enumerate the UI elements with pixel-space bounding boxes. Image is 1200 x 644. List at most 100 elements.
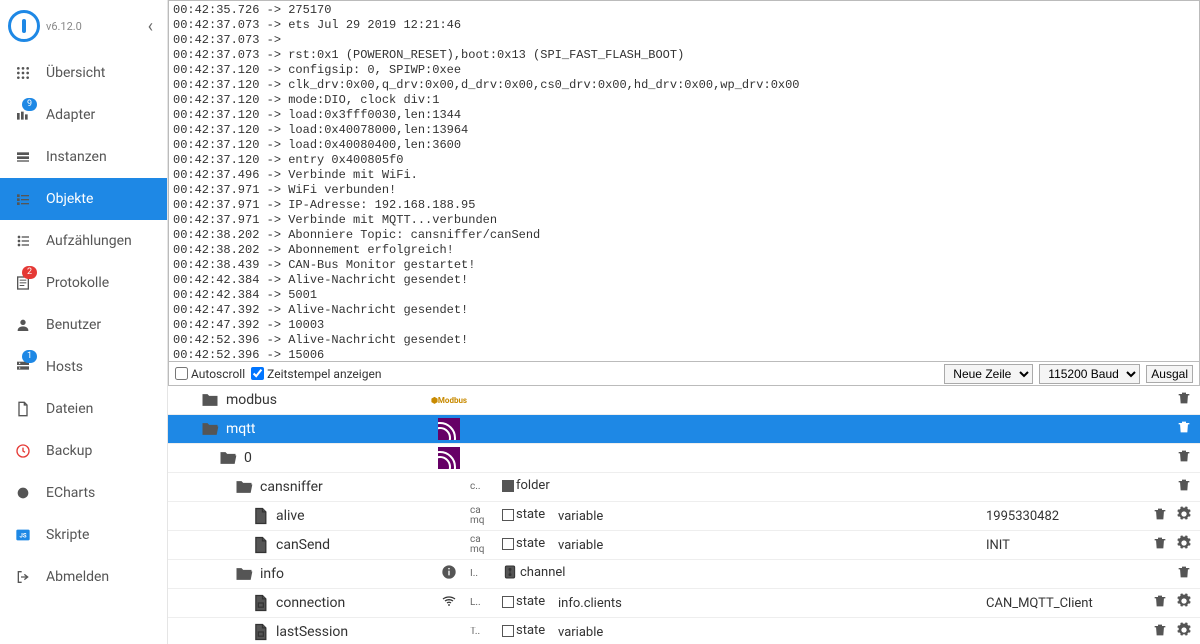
line-ending-select[interactable]: Neue Zeile — [944, 364, 1033, 384]
gear-button[interactable] — [1176, 622, 1192, 642]
autoscroll-checkbox[interactable]: Autoscroll — [175, 367, 245, 381]
tree-node-name: 0 — [244, 450, 252, 466]
tree-node-name: info — [260, 566, 284, 582]
tree-row[interactable]: canSendcamq statevariableINIT — [168, 531, 1200, 560]
nav-label: Protokolle — [46, 275, 109, 291]
trash-button[interactable] — [1176, 448, 1192, 468]
sidebar-item-instances[interactable]: Instanzen — [0, 136, 167, 178]
tree-row[interactable]: modbus ⬢Modbus — [168, 386, 1200, 415]
svg-text:JS: JS — [19, 533, 26, 540]
nav-label: Übersicht — [46, 65, 105, 81]
tree-row[interactable]: mqtt — [168, 415, 1200, 444]
trash-button[interactable] — [1176, 477, 1192, 497]
state-icon: state — [502, 623, 545, 638]
tree-row[interactable]: infoI.. channel — [168, 560, 1200, 589]
state-icon: state — [502, 507, 545, 522]
nav-label: ECharts — [46, 485, 95, 501]
tree-row[interactable]: cansnifferc.. folder — [168, 473, 1200, 502]
sidebar-item-users[interactable]: Benutzer — [0, 304, 167, 346]
collapse-sidebar-button[interactable]: ‹ — [142, 14, 159, 39]
sidebar-item-overview[interactable]: Übersicht — [0, 52, 167, 94]
sidebar-header: v6.12.0 ‹ — [0, 0, 167, 52]
nav-label: Adapter — [46, 107, 95, 123]
serial-monitor-output: 00:42:35.726 -> 275170 00:42:37.073 -> e… — [168, 0, 1200, 362]
folder-role-icon: folder — [502, 478, 550, 493]
tree-type: variable — [558, 625, 728, 640]
sidebar-item-adapter[interactable]: Adapter 9 — [0, 94, 167, 136]
timestamp-checkbox[interactable]: Zeitstempel anzeigen — [251, 367, 381, 381]
tree-node-name: mqtt — [226, 421, 255, 437]
app-logo — [8, 10, 40, 42]
nav-list: Übersicht Adapter 9 Instanzen Objekte Aufzähl… — [0, 52, 167, 598]
sidebar-item-backup[interactable]: Backup — [0, 430, 167, 472]
tree-row[interactable]: alivecamq statevariable1995330482 — [168, 502, 1200, 531]
mqtt-logo — [438, 447, 460, 469]
tree-value[interactable]: INIT — [986, 538, 1140, 553]
sidebar-item-objects[interactable]: Objekte — [0, 178, 167, 220]
tree-node-name: modbus — [226, 392, 277, 408]
gear-button[interactable] — [1176, 535, 1192, 555]
nav-badge: 9 — [22, 98, 37, 111]
sidebar-item-hosts[interactable]: Hosts1 — [0, 346, 167, 388]
objects-icon — [14, 190, 32, 208]
trash-button[interactable] — [1152, 506, 1168, 526]
sidebar-item-scripts[interactable]: JS Skripte — [0, 514, 167, 556]
tree-type: variable — [558, 509, 728, 524]
tree-node-name: cansniffer — [260, 479, 323, 495]
gear-button[interactable] — [1176, 506, 1192, 526]
nav-badge: 2 — [22, 266, 37, 279]
nav-label: Abmelden — [46, 569, 109, 585]
wifi-icon — [441, 593, 457, 613]
tree-type: info.clients — [558, 596, 728, 611]
logout-icon — [14, 568, 32, 586]
tree-type: variable — [558, 538, 728, 553]
tree-node-name: canSend — [276, 537, 330, 553]
trash-button[interactable] — [1176, 564, 1192, 584]
tree-node-name: lastSession — [276, 624, 348, 640]
sidebar-item-echarts[interactable]: ECharts — [0, 472, 167, 514]
tree-value[interactable]: 1995330482 — [986, 509, 1140, 524]
nav-label: Instanzen — [46, 149, 107, 165]
main-area: 00:42:35.726 -> 275170 00:42:37.073 -> e… — [168, 0, 1200, 644]
trash-button[interactable] — [1152, 622, 1168, 642]
tree-row[interactable]: connectionL.. stateinfo.clientsCAN_MQTT_… — [168, 589, 1200, 618]
nav-label: Objekte — [46, 191, 93, 207]
users-icon — [14, 316, 32, 334]
gear-button[interactable] — [1176, 593, 1192, 613]
trash-button[interactable] — [1176, 390, 1192, 410]
sidebar-item-files[interactable]: Dateien — [0, 388, 167, 430]
nav-label: Benutzer — [46, 317, 101, 333]
nav-label: Aufzählungen — [46, 233, 132, 249]
tree-row[interactable]: lastSessionT.. statevariable — [168, 618, 1200, 644]
version-label: v6.12.0 — [46, 20, 142, 33]
instances-icon — [14, 148, 32, 166]
nav-label: Hosts — [46, 359, 83, 375]
sidebar-item-logs[interactable]: Protokolle 2 — [0, 262, 167, 304]
nav-label: Skripte — [46, 527, 89, 543]
trash-button[interactable] — [1152, 593, 1168, 613]
backup-icon — [14, 442, 32, 460]
baud-select[interactable]: 115200 Baud — [1039, 364, 1140, 384]
sidebar-item-logout[interactable]: Abmelden — [0, 556, 167, 598]
files-icon — [14, 400, 32, 418]
info-icon — [441, 564, 457, 584]
mqtt-logo — [438, 418, 460, 440]
channel-icon: channel — [502, 564, 565, 580]
state-icon: state — [502, 536, 545, 551]
state-icon: state — [502, 594, 545, 609]
sidebar: v6.12.0 ‹ Übersicht Adapter 9 Instanzen Obje… — [0, 0, 168, 644]
trash-button[interactable] — [1152, 535, 1168, 555]
tree-node-name: connection — [276, 595, 345, 611]
serial-monitor-toolbar: Autoscroll Zeitstempel anzeigen Neue Zei… — [168, 362, 1200, 386]
tree-node-name: alive — [276, 508, 305, 524]
tree-value[interactable]: CAN_MQTT_Client — [986, 596, 1140, 611]
modbus-logo: ⬢Modbus — [431, 396, 467, 405]
output-clear-button[interactable]: Ausgal — [1146, 365, 1193, 383]
object-tree: modbus ⬢Modbus mqtt 0 cansnifferc.. folder al… — [168, 386, 1200, 644]
tree-row[interactable]: 0 — [168, 444, 1200, 473]
echarts-icon — [14, 484, 32, 502]
enums-icon — [14, 232, 32, 250]
trash-button[interactable] — [1176, 419, 1192, 439]
sidebar-item-enums[interactable]: Aufzählungen — [0, 220, 167, 262]
nav-label: Dateien — [46, 401, 93, 417]
